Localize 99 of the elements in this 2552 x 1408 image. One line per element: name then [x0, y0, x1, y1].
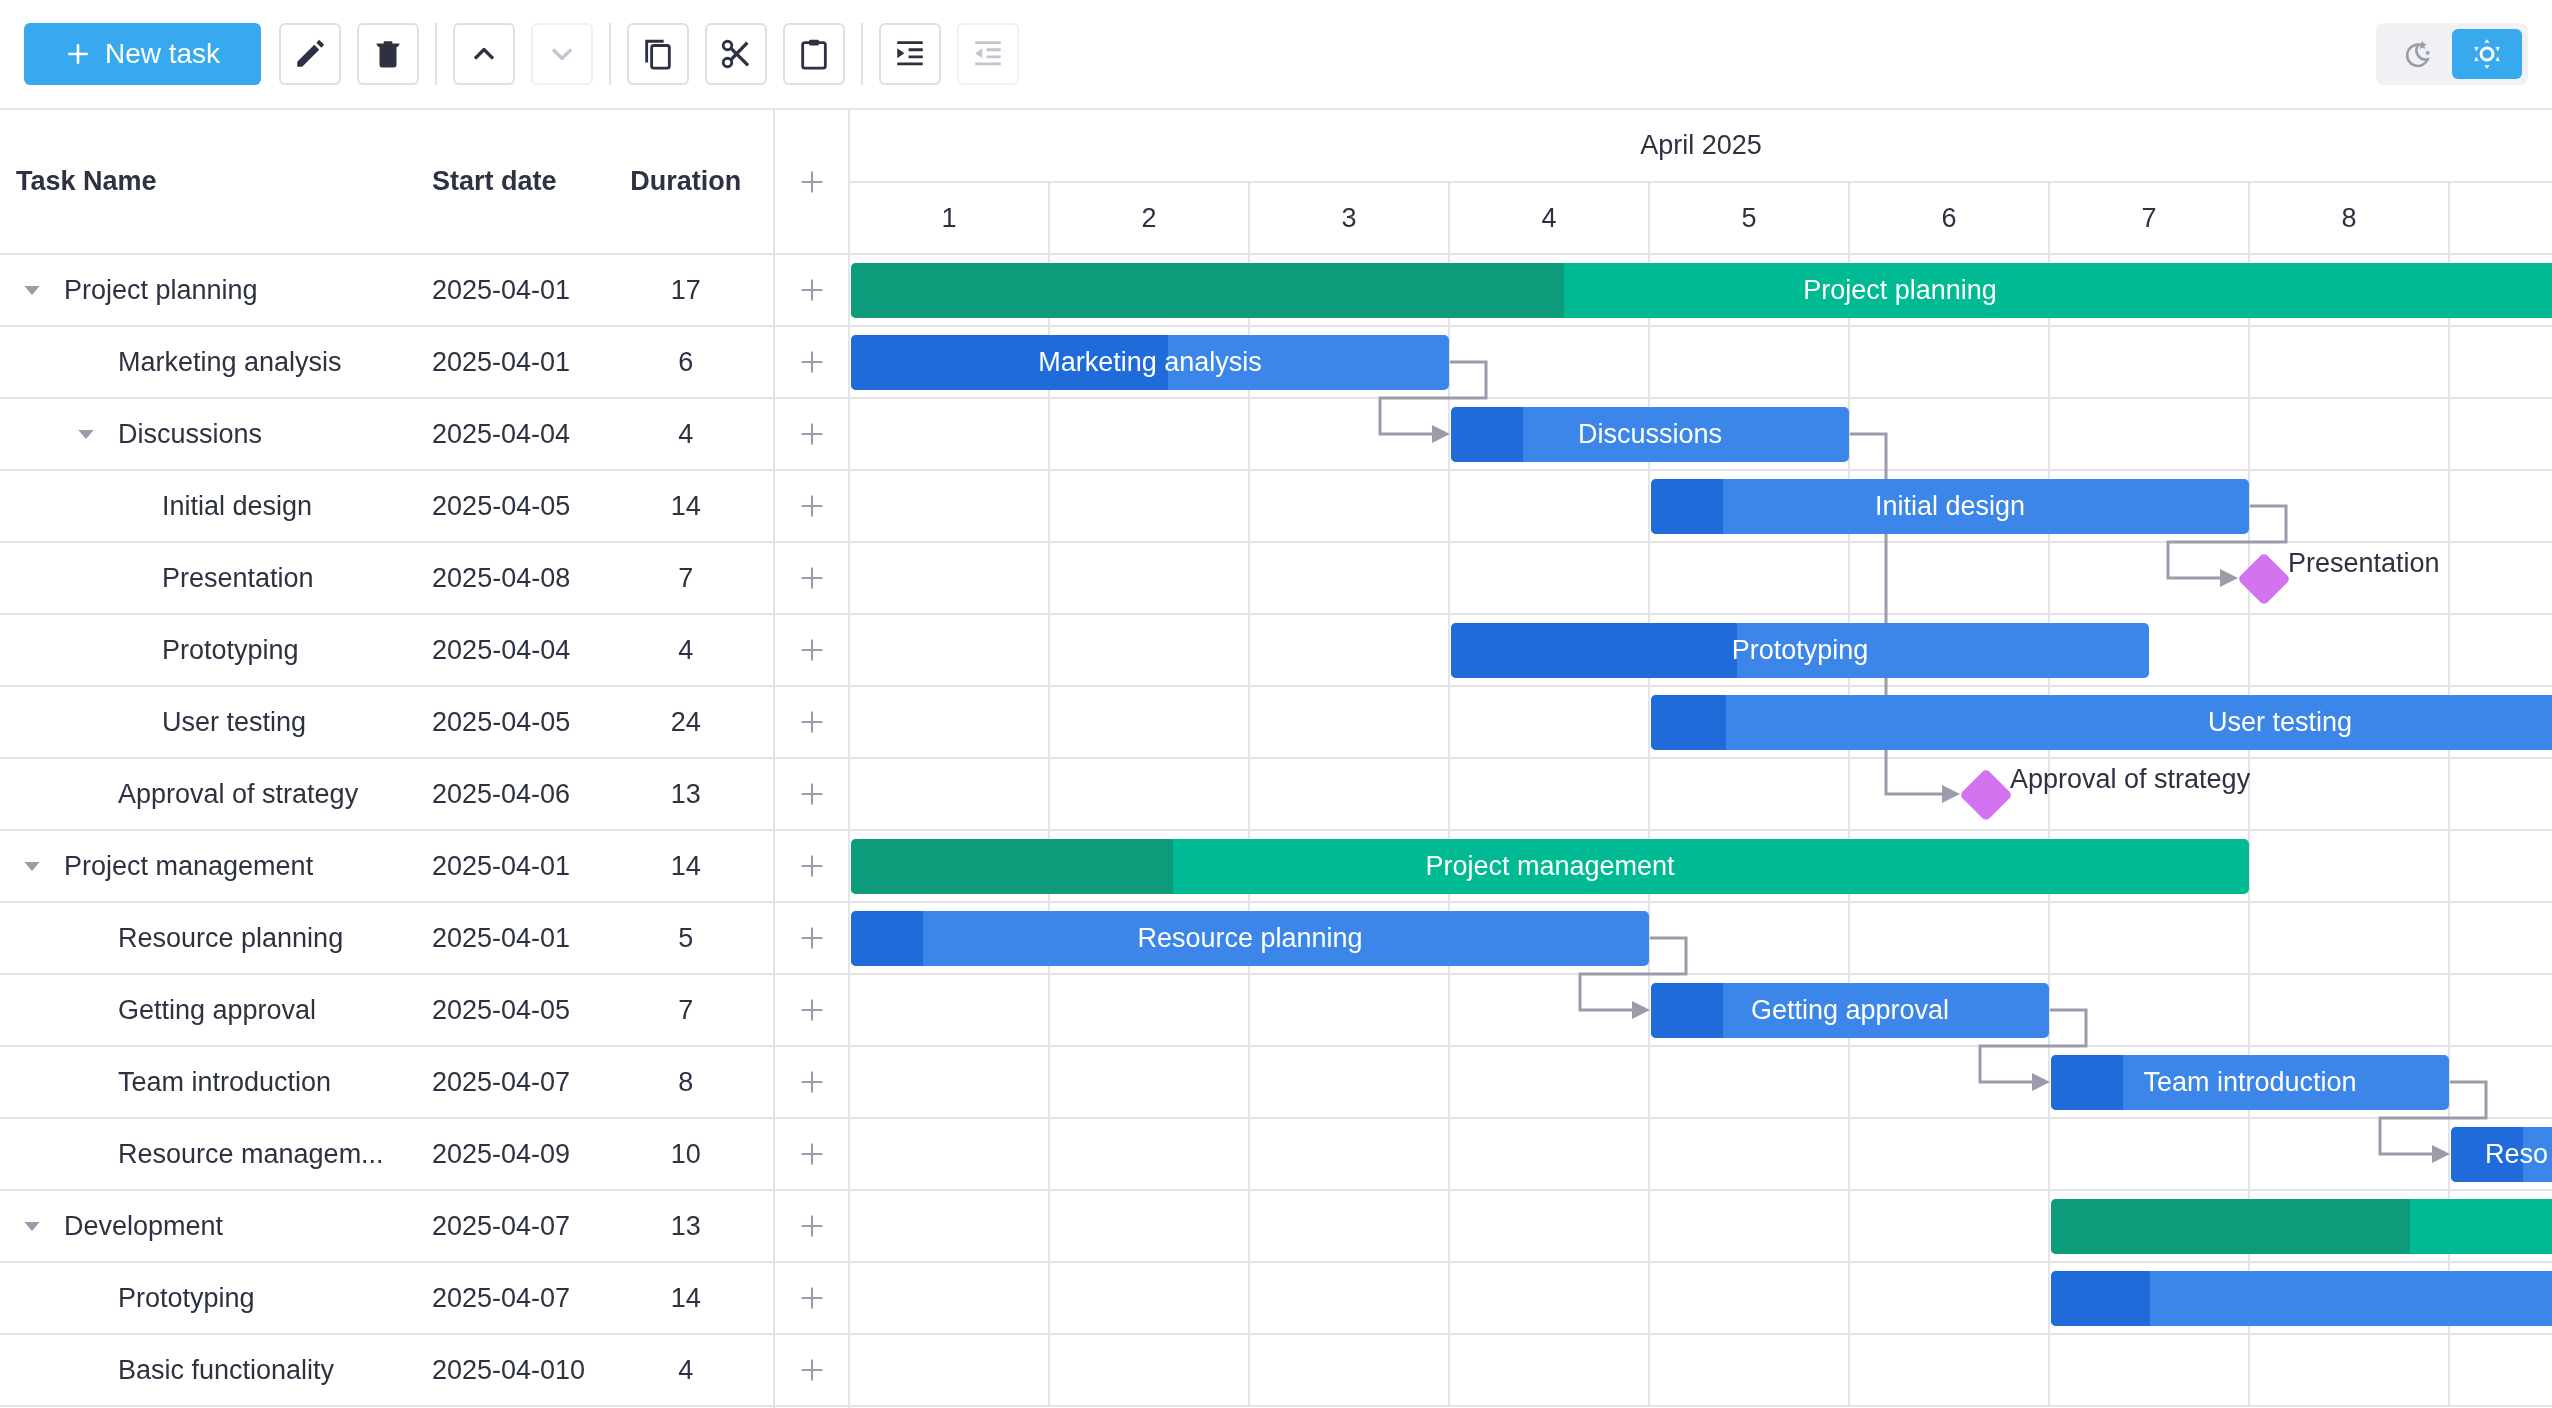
start-date: 2025-04-09 [432, 1138, 571, 1169]
task-bar[interactable]: Project planning [851, 263, 2552, 318]
chevron-up-button[interactable] [453, 23, 515, 85]
day-label: 1 [941, 201, 957, 235]
bar-label: User testing [2207, 706, 2353, 740]
caret-down-icon [24, 861, 40, 871]
day-label: 8 [2341, 201, 2357, 235]
start-date: 2025-04-08 [432, 562, 571, 593]
start-date: 2025-04-04 [432, 634, 571, 665]
task-name: Project management [64, 849, 314, 883]
start-date: 2025-04-04 [432, 418, 571, 449]
task-name: Development [64, 1209, 224, 1243]
task-bar[interactable]: Project management [851, 839, 2249, 894]
copy-button[interactable] [627, 23, 689, 85]
task-bar[interactable]: Team introduction [2051, 1055, 2449, 1110]
task-name: Basic functionality [118, 1353, 335, 1387]
start-date: 2025-04-06 [432, 778, 571, 809]
duration: 6 [678, 346, 694, 377]
column-header[interactable]: Duration [598, 161, 773, 202]
start-date: 2025-04-01 [431, 850, 571, 881]
caret-down-icon [78, 429, 94, 439]
day-label: 6 [1941, 201, 1957, 235]
month-label: April 2025 [1640, 129, 1762, 163]
task-name: Resource managem... [118, 1137, 384, 1171]
start-date: 2025-04-07 [431, 1210, 571, 1241]
task-name: Prototyping [118, 1281, 255, 1315]
bar-label: Team introduction [2143, 1066, 2357, 1100]
chevron-down-icon [551, 48, 573, 60]
task-name: Getting approval [118, 993, 317, 1027]
column-header[interactable]: Start date [423, 161, 599, 202]
bar-label: Resource planning [1137, 922, 1363, 956]
start-date: 2025-04-05 [432, 706, 571, 737]
task-bar[interactable]: Discussions [1451, 407, 1849, 462]
duration: 10 [670, 1138, 701, 1169]
task-bar[interactable]: Prototyping [1451, 623, 2149, 678]
trash-button[interactable] [357, 23, 419, 85]
start-date: 2025-04-01 [432, 346, 571, 377]
start-date: 2025-04-05 [432, 994, 571, 1025]
bar-label: Initial design [1874, 490, 2026, 524]
task-bar[interactable]: Resource planning [851, 911, 1649, 966]
task-bar[interactable]: User testing [1651, 695, 2552, 750]
column-header[interactable]: Task Name [0, 161, 424, 202]
day-label: 5 [1741, 201, 1757, 235]
milestone-label: Approval of strategy [2010, 763, 2251, 796]
task-name: Team introduction [118, 1065, 332, 1099]
task-name: Initial design [162, 489, 313, 523]
duration: 14 [670, 490, 701, 521]
task-bar[interactable]: Reso [2451, 1127, 2552, 1182]
bar-label: Reso [2485, 1138, 2549, 1172]
start-date: 2025-04-07 [432, 1066, 571, 1097]
pencil-button[interactable] [279, 23, 341, 85]
duration: 13 [670, 1210, 701, 1241]
duration: 13 [670, 778, 701, 809]
duration: 7 [678, 994, 694, 1025]
caret-down-icon [24, 1221, 40, 1231]
task-name: Project planning [64, 273, 258, 307]
start-date: 2025-04-05 [432, 490, 571, 521]
clipboard-button[interactable] [783, 23, 845, 85]
scissors-button[interactable] [705, 23, 767, 85]
task-name: Marketing analysis [118, 345, 342, 379]
indent-button[interactable] [879, 23, 941, 85]
task-name: Approval of strategy [118, 777, 359, 811]
light-theme-button[interactable] [2452, 29, 2522, 79]
duration: 7 [678, 562, 694, 593]
day-label: 7 [2141, 201, 2157, 235]
bar-label: Project planning [1803, 274, 1997, 308]
task-name: Resource planning [118, 921, 344, 955]
task-bar[interactable]: Marketing analysis [851, 335, 1449, 390]
duration: 4 [678, 634, 694, 665]
duration: 5 [678, 922, 694, 953]
duration: 14 [670, 850, 701, 881]
duration: 8 [678, 1066, 694, 1097]
day-label: 3 [1341, 201, 1357, 235]
day-label: 4 [1541, 201, 1557, 235]
duration: 4 [678, 1354, 694, 1385]
task-name: Prototyping [162, 633, 299, 667]
milestone-label: Presentation [2288, 547, 2440, 580]
start-date: 2025-04-010 [432, 1354, 586, 1385]
chevron-up-icon [473, 48, 495, 60]
new-task-button[interactable]: New task [24, 23, 261, 85]
bar-label: Project management [1425, 850, 1675, 884]
task-bar[interactable]: Getting approval [1651, 983, 2049, 1038]
task-name: Discussions [118, 417, 263, 451]
start-date: 2025-04-07 [432, 1282, 571, 1313]
bar-label: Discussions [1577, 418, 1722, 452]
start-date: 2025-04-01 [431, 274, 571, 305]
task-name: Presentation [162, 561, 314, 595]
duration: 14 [670, 1282, 701, 1313]
start-date: 2025-04-01 [432, 922, 571, 953]
duration: 4 [678, 418, 694, 449]
bar-label: Prototyping [1731, 634, 1869, 668]
bar-label: Marketing analysis [1038, 346, 1262, 380]
duration: 17 [670, 274, 701, 305]
bar-label: Getting approval [1750, 994, 1950, 1028]
duration: 24 [670, 706, 701, 737]
day-label: 2 [1141, 201, 1157, 235]
task-bar[interactable]: Initial design [1651, 479, 2249, 534]
caret-down-icon [24, 285, 40, 295]
task-name: User testing [162, 705, 307, 739]
